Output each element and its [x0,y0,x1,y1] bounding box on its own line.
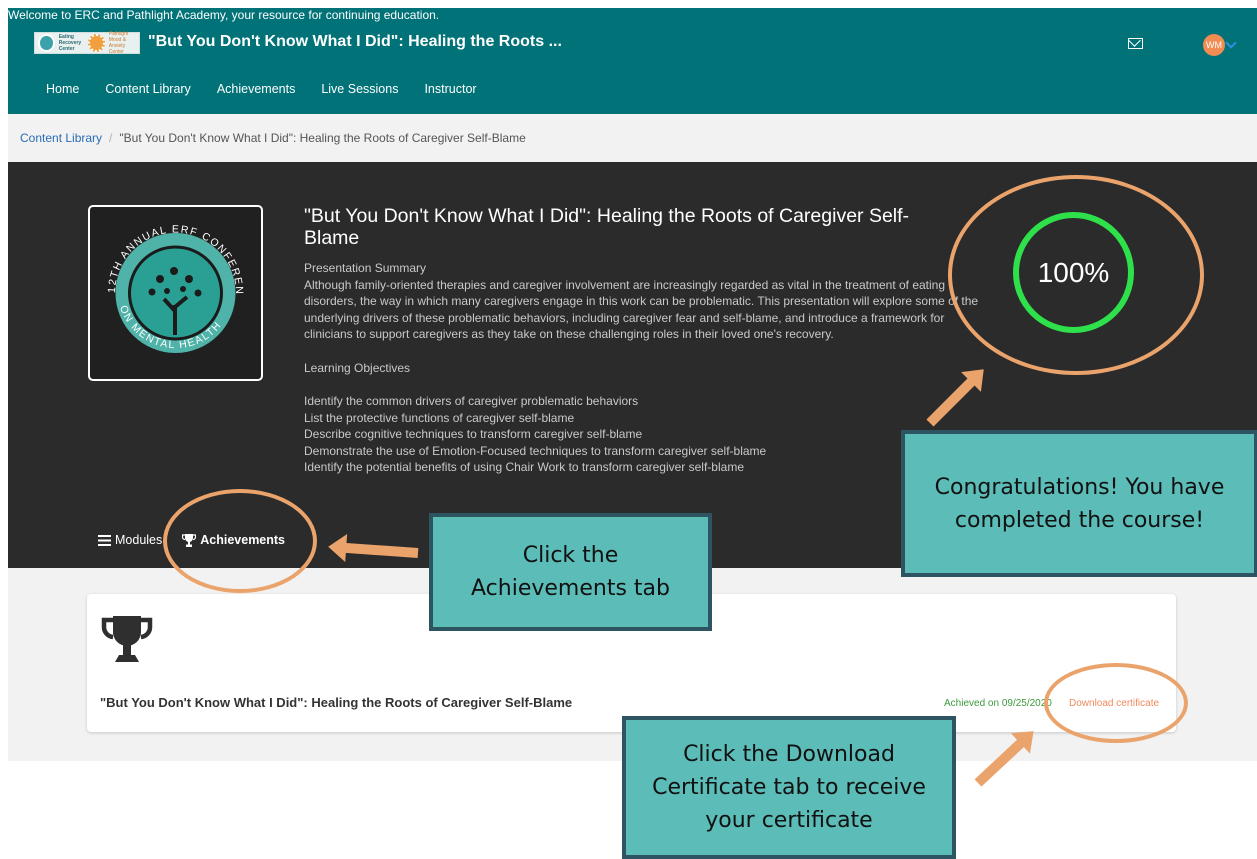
main-nav: Home Content Library Achievements Live S… [46,82,477,96]
breadcrumb-current: "But You Don't Know What I Did": Healing… [119,131,526,145]
course-title: "But You Don't Know What I Did": Healing… [304,205,910,249]
achievement-date: Achieved on 09/25/2020 [944,698,1052,709]
nav-instructor[interactable]: Instructor [424,82,476,96]
top-bar: Welcome to ERC and Pathlight Academy, yo… [8,8,1257,114]
achievement-title: "But You Don't Know What I Did": Healing… [100,695,573,710]
objective-item: Identify the potential benefits of using… [304,460,744,474]
tab-modules-label: Modules [115,533,163,547]
achievements-tab-callout: Click the Achievements tab [429,513,712,631]
breadcrumb: Content Library / "But You Don't Know Wh… [8,114,1257,162]
pathlight-logo-icon [88,34,105,52]
chevron-down-icon[interactable] [1225,37,1237,49]
mail-icon[interactable] [1128,38,1143,49]
conference-logo-icon: 12TH ANNUAL ERF CONFERENCE ON MENTAL HEA… [90,207,244,353]
pathlight-logo-text: Pathlight Mood & Anxiety Center [108,31,129,55]
erc-logo-text: Eating Recovery Center [58,34,82,52]
download-highlight-ellipse [1044,663,1188,743]
nav-content-library[interactable]: Content Library [105,82,190,96]
brand-logo[interactable]: Eating Recovery Center Pathlight Mood & … [34,31,140,55]
nav-home[interactable]: Home [46,82,79,96]
objective-item: Identify the common drivers of caregiver… [304,394,639,408]
nav-achievements[interactable]: Achievements [217,82,296,96]
erc-logo-icon [38,34,55,52]
congrats-callout: Congratulations! You have completed the … [901,430,1257,577]
tab-modules[interactable]: Modules [98,533,162,547]
breadcrumb-separator: / [109,131,113,145]
course-summary: Presentation Summary Although family-ori… [304,260,994,476]
course-image: 12TH ANNUAL ERF CONFERENCE ON MENTAL HEA… [88,205,263,381]
list-icon [98,534,111,546]
download-callout: Click the Download Certificate tab to re… [622,716,956,859]
welcome-message: Welcome to ERC and Pathlight Academy, yo… [8,8,440,22]
summary-heading: Presentation Summary [304,261,427,275]
breadcrumb-content-library[interactable]: Content Library [20,131,102,145]
objective-item: List the protective functions of caregiv… [304,410,575,425]
trophy-icon [101,616,153,662]
progress-highlight-ellipse [948,175,1204,375]
objectives-heading: Learning Objectives [304,360,411,375]
header-course-title: "But You Don't Know What I Did": Healing… [148,33,562,50]
avatar[interactable]: WM [1203,34,1225,56]
achievements-tab-highlight-ellipse [163,489,317,593]
nav-live-sessions[interactable]: Live Sessions [321,82,398,96]
objective-item: Demonstrate the use of Emotion-Focused t… [304,443,767,458]
summary-text: Although family-oriented therapies and c… [304,277,979,342]
objective-item: Describe cognitive techniques to transfo… [304,427,643,441]
